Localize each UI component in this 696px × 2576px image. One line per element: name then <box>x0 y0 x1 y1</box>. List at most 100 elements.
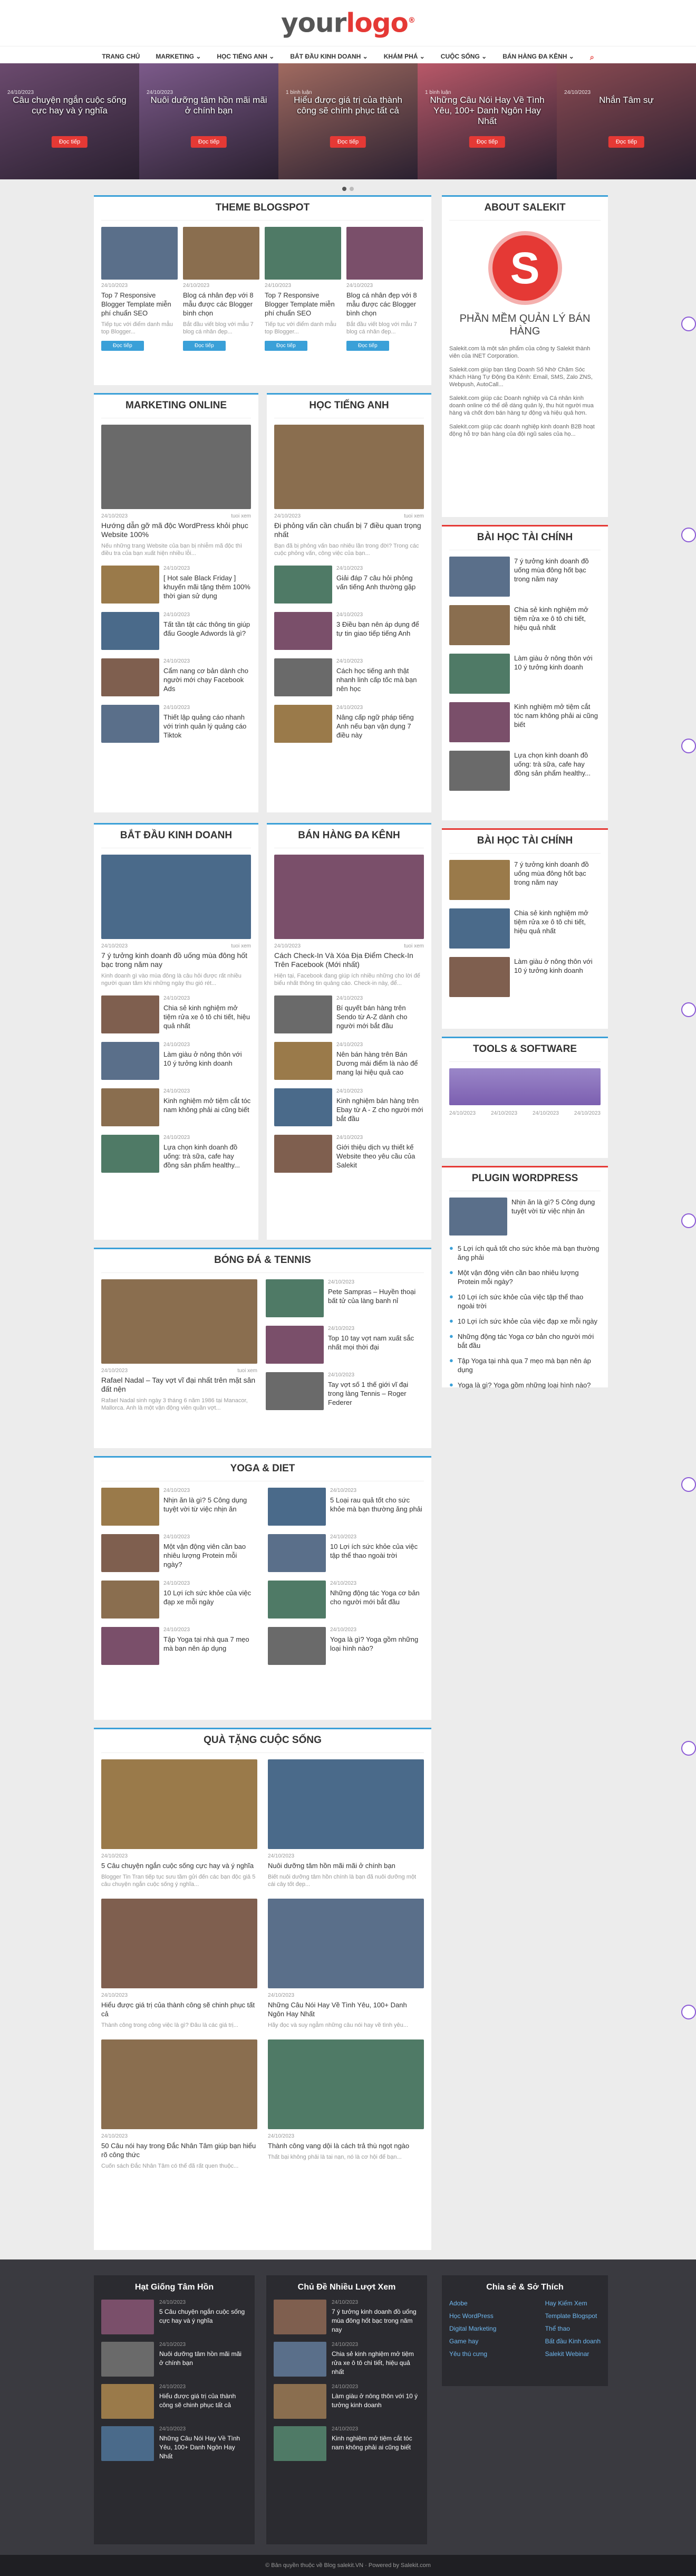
list-title[interactable]: 10 Lợi ích sức khỏe của việc đạp xe mỗi … <box>163 1588 257 1606</box>
list-thumbnail[interactable] <box>101 1135 159 1173</box>
post-title[interactable]: Nuôi dưỡng tâm hồn mãi mãi ở chính bạn <box>268 1861 424 1870</box>
list-title[interactable]: Yoga là gì? Yoga gồm những loại hình nào… <box>330 1635 424 1653</box>
footer-thumbnail[interactable] <box>274 2342 326 2377</box>
list-thumbnail[interactable] <box>101 1534 159 1572</box>
list-title[interactable]: Kinh nghiệm mở tiệm cắt tóc nam không ph… <box>514 702 601 742</box>
list-thumbnail[interactable] <box>274 612 332 650</box>
post-thumbnail[interactable] <box>268 1759 424 1849</box>
slider-dot[interactable] <box>350 187 354 191</box>
footer-link[interactable]: Bất đầu Kinh doanh <box>545 2338 601 2345</box>
list-thumbnail[interactable] <box>449 654 510 694</box>
footer-thumbnail[interactable] <box>274 2384 326 2419</box>
footer-item-title[interactable]: Nuôi dưỡng tâm hồn mãi mãi ở chính bạn <box>159 2350 247 2368</box>
footer-thumbnail[interactable] <box>101 2300 154 2334</box>
list-title[interactable]: Kinh nghiệm bán hàng trên Ebay từ A - Z … <box>336 1096 424 1123</box>
list-thumbnail[interactable] <box>449 1198 507 1236</box>
list-thumbnail[interactable] <box>101 1042 159 1080</box>
bullet-title[interactable]: Yoga là gì? Yoga gồm những loại hình nào… <box>458 1381 591 1390</box>
post-title[interactable]: Thành công vang dội là cách trả thù ngọt… <box>268 2141 424 2150</box>
post-title[interactable]: Blog cá nhân đẹp với 8 mẫu được các Blog… <box>183 291 259 318</box>
list-thumbnail[interactable] <box>274 705 332 743</box>
footer-link[interactable]: Yêu thú cưng <box>449 2350 496 2358</box>
read-more-button[interactable]: Đọc tiếp <box>183 341 226 351</box>
footer-link[interactable]: Salekit Webinar <box>545 2350 601 2358</box>
slide[interactable]: 24/10/2023 Câu chuyện ngắn cuộc sống cực … <box>0 63 139 179</box>
post-thumbnail[interactable] <box>101 227 178 280</box>
list-title[interactable]: 3 Điều bạn nên áp dụng để tự tin giao ti… <box>336 620 424 638</box>
post-title[interactable]: 5 Câu chuyện ngắn cuộc sống cực hay và ý… <box>101 1861 257 1870</box>
list-title[interactable]: Tập Yoga tại nhà qua 7 mẹo mà bạn nên áp… <box>163 1635 257 1653</box>
list-thumbnail[interactable] <box>101 658 159 696</box>
list-title[interactable]: [ Hot sale Black Friday ] khuyến mãi tặn… <box>163 573 251 600</box>
floating-action-button[interactable] <box>681 317 696 331</box>
list-title[interactable]: Tất tần tật các thông tin giúp đấu Googl… <box>163 620 251 638</box>
list-thumbnail[interactable] <box>449 702 510 742</box>
list-thumbnail[interactable] <box>101 1488 159 1526</box>
featured-title[interactable]: Cách Check-In Và Xóa Địa Điểm Check-In T… <box>274 951 424 969</box>
post-thumbnail[interactable] <box>101 2039 257 2129</box>
list-title[interactable]: Tay vợt số 1 thế giới vĩ đại trong làng … <box>328 1380 424 1407</box>
list-title[interactable]: Nên bán hàng trên Bán Dương mái điểm là … <box>336 1050 424 1077</box>
list-title[interactable]: Bí quyết bán hàng trên Sendo từ A-Z dành… <box>336 1003 424 1030</box>
list-thumbnail[interactable] <box>449 605 510 645</box>
read-more-button[interactable]: Đọc tiếp <box>469 136 506 148</box>
list-thumbnail[interactable] <box>274 1135 332 1173</box>
footer-thumbnail[interactable] <box>101 2384 154 2419</box>
list-thumbnail[interactable] <box>268 1534 326 1572</box>
footer-item-title[interactable]: Hiểu được giá trị của thành công sẽ chin… <box>159 2392 247 2410</box>
footer-link[interactable]: Thể thao <box>545 2325 601 2332</box>
read-more-button[interactable]: Đọc tiếp <box>330 136 366 148</box>
footer-link[interactable]: Game hay <box>449 2338 496 2345</box>
footer-thumbnail[interactable] <box>274 2426 326 2461</box>
list-title[interactable]: Chia sẻ kinh nghiệm mở tiệm rửa xe ô tô … <box>514 908 601 949</box>
list-thumbnail[interactable] <box>449 908 510 949</box>
post-thumbnail[interactable] <box>268 1899 424 1988</box>
list-title[interactable]: Cách học tiếng anh thật nhanh linh cấp t… <box>336 666 424 693</box>
featured-image[interactable] <box>274 855 424 939</box>
footer-item-title[interactable]: 5 Câu chuyện ngắn cuộc sống cực hay và ý… <box>159 2307 247 2325</box>
post-thumbnail[interactable] <box>346 227 423 280</box>
bullet-title[interactable]: 10 Lợi ích sức khỏe của việc tập thể tha… <box>458 1292 601 1310</box>
floating-action-button[interactable] <box>681 2005 696 2019</box>
footer-item-title[interactable]: 7 ý tưởng kinh doanh đồ uống mùa đông hố… <box>332 2307 420 2334</box>
list-title[interactable]: 7 ý tưởng kinh doanh đồ uống mùa đông hố… <box>514 557 601 597</box>
floating-action-button[interactable] <box>681 1477 696 1492</box>
footer-link[interactable]: Hay Kiếm Xem <box>545 2300 601 2307</box>
post-title[interactable]: Top 7 Responsive Blogger Template miễn p… <box>101 291 178 318</box>
list-thumbnail[interactable] <box>266 1372 324 1410</box>
slider-dot[interactable] <box>342 187 346 191</box>
footer-item-title[interactable]: Những Câu Nói Hay Về Tình Yêu, 100+ Danh… <box>159 2434 247 2461</box>
footer-link[interactable]: Digital Marketing <box>449 2325 496 2332</box>
read-more-button[interactable]: Đọc tiếp <box>608 136 645 148</box>
list-thumbnail[interactable] <box>274 566 332 604</box>
read-more-button[interactable]: Đọc tiếp <box>346 341 389 351</box>
footer-item-title[interactable]: Làm giàu ở nông thôn với 10 ý tưởng kinh… <box>332 2392 420 2410</box>
post-thumbnail[interactable] <box>268 2039 424 2129</box>
list-thumbnail[interactable] <box>268 1581 326 1619</box>
post-title[interactable]: Top 7 Responsive Blogger Template miễn p… <box>265 291 341 318</box>
bullet-title[interactable]: Những động tác Yoga cơ bản cho người mới… <box>458 1332 601 1350</box>
slide[interactable]: 24/10/2023 Nuôi dưỡng tâm hồn mãi mãi ở c… <box>139 63 278 179</box>
featured-image[interactable] <box>274 425 424 509</box>
bullet-title[interactable]: Tập Yoga tại nhà qua 7 mẹo mà bạn nên áp… <box>458 1356 601 1374</box>
floating-action-button[interactable] <box>681 1741 696 1756</box>
list-thumbnail[interactable] <box>274 1042 332 1080</box>
slide-title[interactable]: Câu chuyện ngắn cuộc sống cực hay và ý n… <box>7 95 132 116</box>
list-title[interactable]: Top 10 tay vợt nam xuất sắc nhất mọi thờ… <box>328 1334 424 1352</box>
list-title[interactable]: Làm giàu ở nông thôn với 10 ý tưởng kinh… <box>514 654 601 694</box>
floating-action-button[interactable] <box>681 1002 696 1017</box>
list-thumbnail[interactable] <box>274 658 332 696</box>
list-thumbnail[interactable] <box>449 957 510 997</box>
list-title[interactable]: Thiết lập quảng cáo nhanh với trình quản… <box>163 713 251 740</box>
list-title[interactable]: Lựa chọn kinh doanh đồ uống: trà sữa, ca… <box>514 751 601 791</box>
read-more-button[interactable]: Đọc tiếp <box>265 341 307 351</box>
featured-title[interactable]: Đi phỏng vấn cần chuẩn bị 7 điều quan tr… <box>274 521 424 539</box>
slide-title[interactable]: Nuôi dưỡng tâm hồn mãi mãi ở chính bạn <box>147 95 271 116</box>
post-thumbnail[interactable] <box>101 1899 257 1988</box>
list-thumbnail[interactable] <box>101 1627 159 1665</box>
slide[interactable]: 24/10/2023 Nhắn Tâm sự Đọc tiếp <box>557 63 696 179</box>
post-title[interactable]: Blog cá nhân đẹp với 8 mẫu được các Blog… <box>346 291 423 318</box>
list-thumbnail[interactable] <box>101 612 159 650</box>
list-thumbnail[interactable] <box>274 1088 332 1126</box>
list-title[interactable]: Làm giàu ở nông thôn với 10 ý tưởng kinh… <box>163 1050 251 1068</box>
